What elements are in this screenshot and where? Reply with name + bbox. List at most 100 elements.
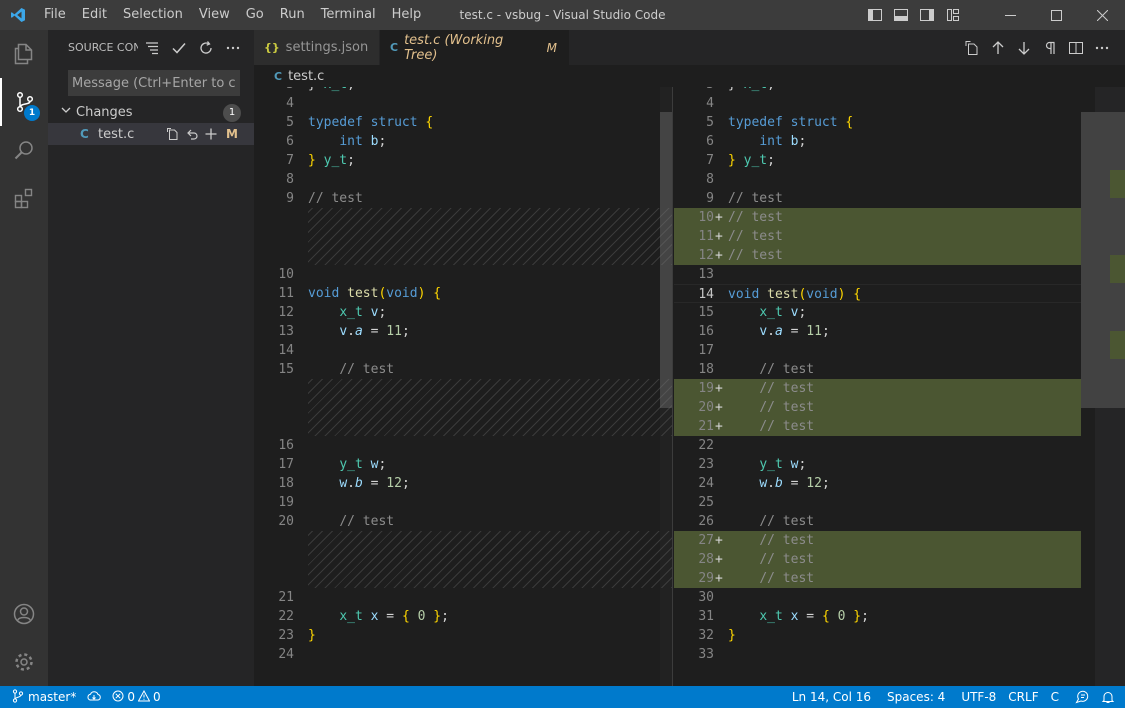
code-line[interactable]: 24 w.b = 12; (674, 474, 1081, 493)
next-change-arrow-down-icon[interactable] (1013, 37, 1035, 59)
discard-changes-icon[interactable] (184, 126, 200, 142)
code-line[interactable]: 16 v.a = 11; (674, 322, 1081, 341)
modified-scrollbar-thumb[interactable] (1081, 112, 1095, 408)
code-line[interactable]: 3} x_t; (254, 87, 672, 94)
sync-changes[interactable] (81, 686, 107, 708)
original-scrollbar-thumb[interactable] (660, 112, 672, 408)
toggle-sidebar-icon[interactable] (864, 4, 886, 26)
code-line[interactable]: 4 (674, 94, 1081, 113)
show-whitespace-pilcrow-icon[interactable] (1039, 37, 1061, 59)
menu-selection[interactable]: Selection (115, 0, 191, 30)
accounts-icon[interactable] (0, 590, 48, 638)
line-ending[interactable]: CRLF (1004, 686, 1042, 708)
inserted-code-line[interactable]: 10 + // test (674, 208, 1081, 227)
settings-gear-icon[interactable] (0, 638, 48, 686)
code-line[interactable]: 3} x_t; (674, 87, 1081, 94)
extensions-icon[interactable] (0, 174, 48, 222)
minimize-icon[interactable] (987, 0, 1033, 30)
code-line[interactable]: 21 (254, 588, 672, 607)
diff-original-pane[interactable]: 3} x_t;45typedef struct {6 int b;7} y_t;… (254, 87, 672, 686)
menu-run[interactable]: Run (272, 0, 313, 30)
code-line[interactable]: 15 // test (254, 360, 672, 379)
open-file-icon[interactable] (165, 126, 181, 142)
code-line[interactable]: 6 int b; (254, 132, 672, 151)
search-icon[interactable] (0, 126, 48, 174)
code-line[interactable]: 19 (254, 493, 672, 512)
code-line[interactable]: 14 (254, 341, 672, 360)
notifications-bell-icon[interactable] (1097, 686, 1125, 708)
menu-terminal[interactable]: Terminal (313, 0, 384, 30)
more-actions-icon[interactable] (222, 37, 244, 59)
encoding[interactable]: UTF-8 (953, 686, 1004, 708)
commit-check-icon[interactable] (168, 37, 190, 59)
maximize-icon[interactable] (1033, 0, 1079, 30)
code-line[interactable]: 11 void test(void) { (254, 284, 672, 303)
tab-settings-json[interactable]: {} settings.json (254, 30, 380, 65)
problems-indicator[interactable]: 0 0 (107, 686, 165, 708)
code-line[interactable]: 7} y_t; (674, 151, 1081, 170)
code-line[interactable]: 15 x_t v; (674, 303, 1081, 322)
inserted-code-line[interactable]: 20 + // test (674, 398, 1081, 417)
code-line[interactable]: 7} y_t; (254, 151, 672, 170)
code-line[interactable]: 23 y_t w; (674, 455, 1081, 474)
code-line[interactable]: 33 (674, 645, 1081, 664)
toggle-secondary-sidebar-icon[interactable] (916, 4, 938, 26)
view-as-tree-icon[interactable] (141, 37, 163, 59)
explorer-icon[interactable] (0, 30, 48, 78)
code-line[interactable]: 30 (674, 588, 1081, 607)
feedback-icon[interactable] (1067, 686, 1097, 708)
code-line[interactable]: 20 // test (254, 512, 672, 531)
code-line[interactable]: 24 (254, 645, 672, 664)
inserted-code-line[interactable]: 21 + // test (674, 417, 1081, 436)
breadcrumb-file[interactable]: test.c (288, 69, 324, 84)
code-line[interactable]: 4 (254, 94, 672, 113)
menu-view[interactable]: View (191, 0, 238, 30)
more-actions-icon[interactable] (1091, 37, 1113, 59)
code-line[interactable]: 25 (674, 493, 1081, 512)
open-file-icon[interactable] (961, 37, 983, 59)
code-line[interactable]: 5 typedef struct { (254, 113, 672, 132)
inserted-code-line[interactable]: 28 + // test (674, 550, 1081, 569)
code-line[interactable]: 26 // test (674, 512, 1081, 531)
diff-modified-pane[interactable]: 3} x_t;45typedef struct {6 int b;7} y_t;… (674, 87, 1081, 686)
menu-go[interactable]: Go (238, 0, 272, 30)
inserted-code-line[interactable]: 12 + // test (674, 246, 1081, 265)
cursor-position[interactable]: Ln 14, Col 16 (784, 686, 879, 708)
branch-indicator[interactable]: master* (0, 686, 81, 708)
menu-file[interactable]: File (36, 0, 74, 30)
source-control-icon[interactable]: 1 (0, 78, 48, 126)
code-line[interactable]: 8 (674, 170, 1081, 189)
toggle-panel-icon[interactable] (890, 4, 912, 26)
code-line[interactable]: 9 // test (674, 189, 1081, 208)
code-line[interactable]: 9 // test (254, 189, 672, 208)
code-line[interactable]: 18 // test (674, 360, 1081, 379)
code-line[interactable]: 17 (674, 341, 1081, 360)
menu-edit[interactable]: Edit (74, 0, 115, 30)
code-line[interactable]: 18 w.b = 12; (254, 474, 672, 493)
changes-group-header[interactable]: Changes 1 (48, 101, 254, 123)
stage-changes-icon[interactable] (203, 126, 219, 142)
previous-change-arrow-up-icon[interactable] (987, 37, 1009, 59)
close-icon[interactable] (1079, 0, 1125, 30)
menu-help[interactable]: Help (384, 0, 430, 30)
code-line[interactable]: 13 (674, 265, 1081, 284)
code-line[interactable]: 13 v.a = 11; (254, 322, 672, 341)
code-line[interactable]: 31 x_t x = { 0 }; (674, 607, 1081, 626)
code-line[interactable]: 16 (254, 436, 672, 455)
code-line[interactable]: 10 (254, 265, 672, 284)
customize-layout-icon[interactable] (942, 4, 964, 26)
code-line[interactable]: 22 (674, 436, 1081, 455)
refresh-icon[interactable] (195, 37, 217, 59)
inserted-code-line[interactable]: 19 + // test (674, 379, 1081, 398)
inserted-code-line[interactable]: 29 + // test (674, 569, 1081, 588)
code-line[interactable]: 6 int b; (674, 132, 1081, 151)
language-mode[interactable]: C (1043, 686, 1067, 708)
code-line[interactable]: 23} (254, 626, 672, 645)
code-line[interactable]: 17 y_t w; (254, 455, 672, 474)
code-line[interactable]: 5 typedef struct { (674, 113, 1081, 132)
code-line[interactable]: 14 void test(void) { (674, 284, 1081, 303)
changed-file-row[interactable]: C test.c M (48, 123, 254, 145)
code-line[interactable]: 32} (674, 626, 1081, 645)
commit-message-input[interactable] (68, 70, 240, 96)
tab-test-c-working-tree[interactable]: C test.c (Working Tree) M (380, 30, 570, 65)
